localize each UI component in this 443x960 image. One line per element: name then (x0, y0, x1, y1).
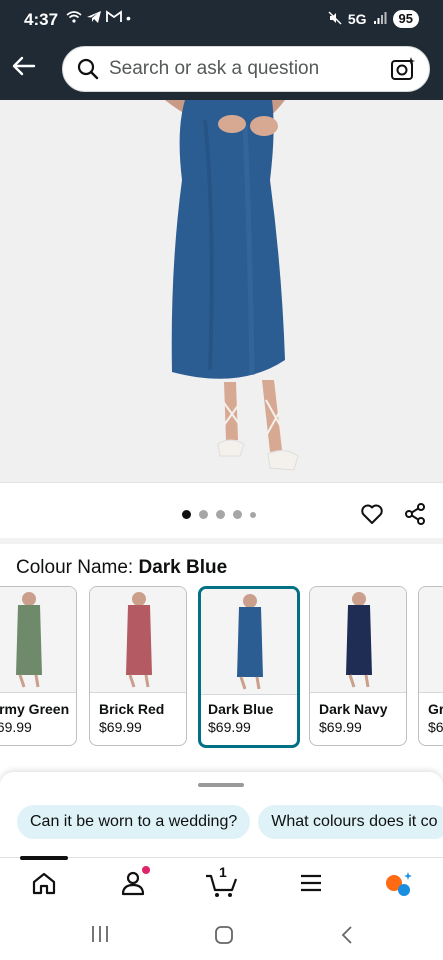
swatch-image (0, 587, 76, 693)
swatch-dark-navy[interactable]: Dark Navy $69.99 (309, 586, 407, 746)
gmail-icon (106, 10, 122, 28)
status-time: 4:37 (24, 10, 59, 29)
nav-active-indicator (20, 856, 68, 860)
swatch-brick-red[interactable]: Brick Red $69.99 (89, 586, 187, 746)
swatch-image (419, 587, 443, 693)
share-icon[interactable] (403, 502, 427, 526)
swatch-price: $69.99 (319, 719, 362, 735)
nav-cart[interactable]: 1 (205, 864, 239, 898)
carousel-dot[interactable] (216, 510, 225, 519)
cart-count: 1 (219, 864, 227, 880)
account-icon (121, 871, 145, 896)
colour-swatch-list: Army Green $69.99 Brick Red $69.99 Dark … (0, 586, 443, 748)
search-icon (77, 58, 99, 80)
heart-icon[interactable] (360, 502, 384, 526)
nav-account[interactable] (120, 866, 150, 898)
recent-apps-icon (92, 926, 108, 942)
swatch-price: $69.99 (208, 719, 251, 735)
swatch-name: Dark Navy (319, 701, 388, 717)
back-system-button[interactable] (340, 925, 354, 950)
dot-icon: • (126, 10, 131, 26)
selected-colour: Dark Blue (138, 557, 228, 578)
search-input[interactable]: Search or ask a question (109, 58, 389, 80)
camera-icon[interactable] (389, 55, 417, 83)
search-bar[interactable]: Search or ask a question (62, 46, 430, 92)
home-circle-icon (215, 926, 233, 944)
swatch-partial[interactable]: Gr $6 (418, 586, 443, 746)
swatch-name: Dark Blue (208, 701, 274, 717)
nav-home[interactable] (31, 870, 59, 898)
notification-dot (142, 866, 150, 874)
product-image[interactable] (0, 100, 443, 482)
suggestion-chip[interactable]: What colours does it co (258, 805, 443, 839)
telegram-icon (86, 10, 102, 28)
carousel-dot[interactable] (199, 510, 208, 519)
home-icon (32, 872, 56, 895)
colour-label-prefix: Colour Name: (16, 557, 139, 578)
swatch-price: $69.99 (99, 719, 142, 735)
back-button[interactable] (10, 52, 38, 80)
suggestions-sheet: Can it be worn to a wedding? What colour… (0, 772, 443, 862)
status-system-icons: 5G 95 (328, 10, 419, 28)
colour-name-label: Colour Name: Dark Blue (16, 557, 227, 579)
mute-icon (328, 11, 342, 28)
back-arrow-icon (12, 56, 36, 76)
swatch-image (310, 587, 406, 693)
section-separator (0, 538, 443, 544)
swatch-image (90, 587, 186, 693)
nav-rufus[interactable] (384, 870, 412, 898)
image-divider (0, 482, 443, 483)
bottom-nav: 1 (0, 856, 443, 909)
menu-icon (301, 874, 321, 892)
wifi-icon (66, 10, 82, 28)
suggestion-chips: Can it be worn to a wedding? What colour… (17, 805, 443, 839)
suggestion-chip[interactable]: Can it be worn to a wedding? (17, 805, 251, 839)
swatch-image (201, 589, 297, 695)
home-system-button[interactable] (214, 925, 234, 950)
status-notification-icons: • (66, 10, 131, 28)
battery-indicator: 95 (392, 10, 419, 28)
system-nav-bar (0, 909, 443, 960)
carousel-dot[interactable] (233, 510, 242, 519)
swatch-name: Gr (428, 701, 443, 717)
swatch-price: $69.99 (0, 719, 32, 735)
swatch-name: Army Green (0, 701, 70, 717)
signal-icon (373, 11, 387, 27)
network-type: 5G (347, 11, 367, 27)
chevron-left-icon (341, 926, 352, 944)
swatch-dark-blue[interactable]: Dark Blue $69.99 (198, 586, 300, 748)
app-header: 4:37 • 5G 95 Search or ask a question (0, 0, 443, 100)
swatch-name: Brick Red (99, 701, 165, 717)
status-bar: 4:37 • 5G 95 (0, 0, 443, 40)
dress-photo (165, 100, 299, 471)
recent-apps-button[interactable] (90, 925, 110, 948)
carousel-dot-active[interactable] (182, 510, 191, 519)
swatch-price: $6 (428, 719, 443, 735)
nav-menu[interactable] (298, 870, 326, 898)
rufus-icon (386, 872, 412, 896)
carousel-dot[interactable] (250, 511, 256, 518)
image-carousel-dots (182, 510, 256, 519)
sheet-drag-handle[interactable] (198, 783, 244, 787)
swatch-army-green[interactable]: Army Green $69.99 (0, 586, 77, 746)
